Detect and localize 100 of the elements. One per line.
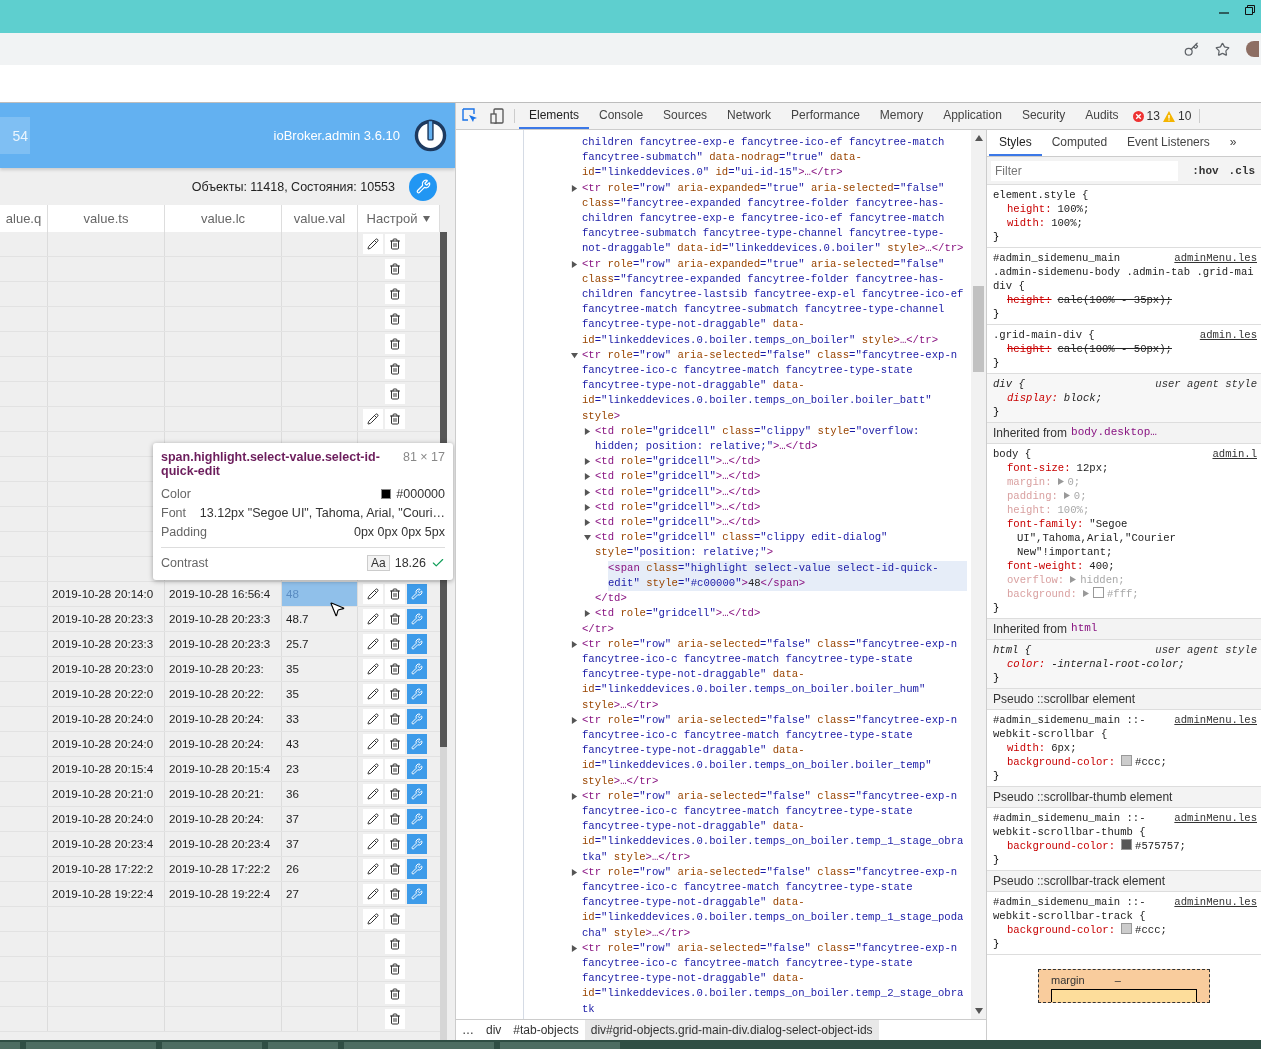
- edit-button[interactable]: [363, 759, 383, 779]
- dom-node-line[interactable]: <td role="gridcell">…</td>: [595, 484, 967, 500]
- restore-icon[interactable]: [1245, 5, 1255, 15]
- source-link[interactable]: adminMenu.les: [1174, 811, 1257, 825]
- delete-button[interactable]: [385, 734, 405, 754]
- delete-button[interactable]: [385, 234, 405, 254]
- devtools-tab[interactable]: Audits: [1075, 103, 1129, 129]
- dom-node-line[interactable]: children fancytree-exp-e fancytree-ico-ef fancytree-match fancytree-submatch" data-nodrag="true" data-id="linkeddevices.0" id="ui-id-15">…</tr>: [582, 135, 967, 181]
- source-link[interactable]: user agent style: [1155, 377, 1257, 391]
- dom-node-line[interactable]: <td role="gridcell">…</td>: [595, 454, 967, 470]
- source-link[interactable]: admin.l: [1212, 447, 1257, 461]
- breadcrumb[interactable]: …: [456, 1020, 480, 1040]
- delete-button[interactable]: [385, 409, 405, 429]
- dom-node-line[interactable]: <td role="gridcell">…</td>: [595, 515, 967, 531]
- css-declaration[interactable]: width: 100%;: [993, 216, 1257, 230]
- css-declaration[interactable]: width: 6px;: [993, 741, 1257, 755]
- dom-node-line[interactable]: <td role="gridcell">…</td>: [595, 606, 967, 622]
- inherited-element-link[interactable]: body.desktop…: [1071, 426, 1157, 440]
- expand-triangle-icon[interactable]: [584, 473, 591, 481]
- expand-triangle-icon[interactable]: [584, 610, 591, 618]
- dom-node-line[interactable]: <td role="gridcell" class="clippy edit-dialog" style="position: relative;">: [595, 530, 967, 561]
- source-link[interactable]: adminMenu.les: [1174, 713, 1257, 727]
- settings-button[interactable]: [409, 172, 437, 201]
- edit-button[interactable]: [363, 609, 383, 629]
- css-declaration[interactable]: height: calc(100% - 35px);: [993, 293, 1257, 307]
- css-property[interactable]: background-color:: [1007, 840, 1116, 852]
- dom-node-line[interactable]: <tr role="row" aria-selected="false" class="fancytree-exp-n fancytree-ico-c fancytree-match fancytree-type-state fancytree-type-not-draggable" data-id="linkeddevices.0.boiler.temps_on_boiler.boiler_batt" style>: [582, 347, 967, 424]
- dom-node-line[interactable]: <tr role="row" aria-expanded="true" aria-selected="false" class="fancytree-expanded fancytree-folder fancytree-has-children fancytree-exp-e fancytree-ico-ef fancytree-match fancytree-submatch fancytree-type-channel fancytree-type-not-draggable" data-id="linkeddevices.0.boiler" style>…</tr>: [582, 180, 967, 257]
- breadcrumb[interactable]: div#grid-objects.grid-main-div.dialog-select-object-ids: [584, 1020, 879, 1040]
- value-cell[interactable]: 25.7: [282, 632, 358, 656]
- scrollbar-thumb[interactable]: [973, 286, 984, 372]
- devtools-tab[interactable]: Application: [933, 103, 1012, 129]
- edit-button[interactable]: [363, 834, 383, 854]
- color-swatch[interactable]: [1121, 923, 1133, 934]
- value-cell[interactable]: 37: [282, 832, 358, 856]
- value-cell[interactable]: 35: [282, 682, 358, 706]
- delete-button[interactable]: [385, 309, 405, 329]
- delete-button[interactable]: [385, 384, 405, 404]
- devtools-tab[interactable]: Security: [1011, 103, 1076, 129]
- delete-button[interactable]: [385, 634, 405, 654]
- devtools-tab[interactable]: Network: [717, 103, 782, 129]
- css-value[interactable]: #ccc;: [1135, 924, 1167, 936]
- delete-button[interactable]: [385, 984, 405, 1004]
- value-cell[interactable]: 26: [282, 857, 358, 881]
- scroll-up-icon[interactable]: [974, 135, 983, 141]
- css-declaration[interactable]: height: 100%;: [993, 202, 1257, 216]
- delete-button[interactable]: [385, 709, 405, 729]
- edit-button[interactable]: [363, 584, 383, 604]
- warning-count[interactable]: 10: [1177, 109, 1192, 123]
- expand-triangle-icon[interactable]: [571, 792, 578, 800]
- source-link[interactable]: adminMenu.les: [1174, 895, 1257, 909]
- expand-triangle-icon[interactable]: [571, 640, 578, 648]
- css-declaration[interactable]: font-weight: 400;: [993, 559, 1257, 573]
- value-cell[interactable]: 36: [282, 782, 358, 806]
- delete-button[interactable]: [385, 909, 405, 929]
- delete-button[interactable]: [385, 934, 405, 954]
- styles-tab[interactable]: Computed: [1041, 130, 1118, 156]
- css-property[interactable]: background-color:: [1007, 756, 1116, 768]
- edit-button[interactable]: [363, 784, 383, 804]
- expand-triangle-icon[interactable]: [571, 944, 578, 952]
- source-link[interactable]: admin.les: [1199, 328, 1257, 342]
- expand-triangle-icon[interactable]: [584, 458, 591, 466]
- dom-node-line[interactable]: <tr role="row" aria-selected="false" class="fancytree-exp-n fancytree-ico-c fancytree-match fancytree-type-state fancytree-type-not-draggable" data-id="linkeddevices.0.boiler.temps_on_boiler.temp_1_stage_podacha" style>…</tr>: [582, 864, 967, 941]
- edit-button[interactable]: [363, 234, 383, 254]
- avatar[interactable]: [1246, 41, 1259, 57]
- dom-node-line[interactable]: <td role="gridcell" class="clippy" style="overflow: hidden; position: relative;">…</td>: [595, 423, 967, 455]
- key-icon[interactable]: [1184, 41, 1199, 57]
- filter-field[interactable]: Filter: [991, 160, 1179, 181]
- edit-button[interactable]: [363, 409, 383, 429]
- expand-triangle-icon[interactable]: [571, 184, 578, 192]
- value-cell[interactable]: 23: [282, 757, 358, 781]
- devtools-tab[interactable]: Elements: [519, 103, 590, 129]
- expand-triangle-icon[interactable]: [571, 351, 578, 359]
- value-cell[interactable]: 35: [282, 657, 358, 681]
- delete-button[interactable]: [385, 684, 405, 704]
- delete-button[interactable]: [385, 834, 405, 854]
- devtools-tab[interactable]: Memory: [869, 103, 934, 129]
- delete-button[interactable]: [385, 784, 405, 804]
- delete-button[interactable]: [385, 259, 405, 279]
- dom-node-line[interactable]: <td role="gridcell">…</td>: [595, 499, 967, 516]
- caret-icon[interactable]: [423, 215, 431, 222]
- devtools-tab[interactable]: Sources: [653, 103, 718, 129]
- dom-node-line[interactable]: <tr role="row" aria-selected="false" class="fancytree-exp-n fancytree-ico-c fancytree-match fancytree-type-state fancytree-type-not-draggable" data-id="linkeddevices.0.boiler.temps_on_boiler.temp_2_stage_obratk: [582, 940, 967, 1017]
- expand-triangle-icon[interactable]: [571, 716, 578, 724]
- delete-button[interactable]: [385, 284, 405, 304]
- delete-button[interactable]: [385, 1009, 405, 1029]
- css-value[interactable]: #575757;: [1135, 840, 1186, 852]
- more-tabs-button[interactable]: »: [1219, 130, 1247, 156]
- edit-button[interactable]: [363, 884, 383, 904]
- dom-node-line[interactable]: <tr role="row" aria-expanded="true" aria-selected="false" class="fancytree-expanded fancytree-folder fancytree-has-children fancytree-lastsib fancytree-exp-el fancytree-ico-ef fancytree-match fancytree-submatch fancytree-type-channel fancytree-type-not-draggable" data-id="linkeddevices.0.boiler.temps_on_boiler" style>…</tr>: [582, 256, 967, 348]
- delete-button[interactable]: [385, 884, 405, 904]
- css-declaration[interactable]: font-size: 12px;: [993, 461, 1257, 475]
- styles-tab[interactable]: Event Listeners: [1117, 130, 1220, 156]
- devtools-tab[interactable]: Console: [589, 103, 654, 129]
- source-link[interactable]: adminMenu.les: [1174, 251, 1257, 265]
- expand-triangle-icon[interactable]: [584, 503, 591, 511]
- state-toggle-button[interactable]: .cls: [1226, 164, 1257, 177]
- scroll-down-icon[interactable]: [974, 1008, 983, 1014]
- css-declaration[interactable]: font-family: "Segoe UI",Tahoma,Arial,"Courier New"!important;: [993, 517, 1257, 559]
- dom-node-line[interactable]: <tr role="row" aria-selected="false" class="fancytree-exp-n fancytree-ico-c fancytree-match fancytree-type-state fancytree-type-not-draggable" data-id="linkeddevices.0.boiler.temps_on_boiler.boiler_hum" style>…</tr>: [582, 636, 967, 713]
